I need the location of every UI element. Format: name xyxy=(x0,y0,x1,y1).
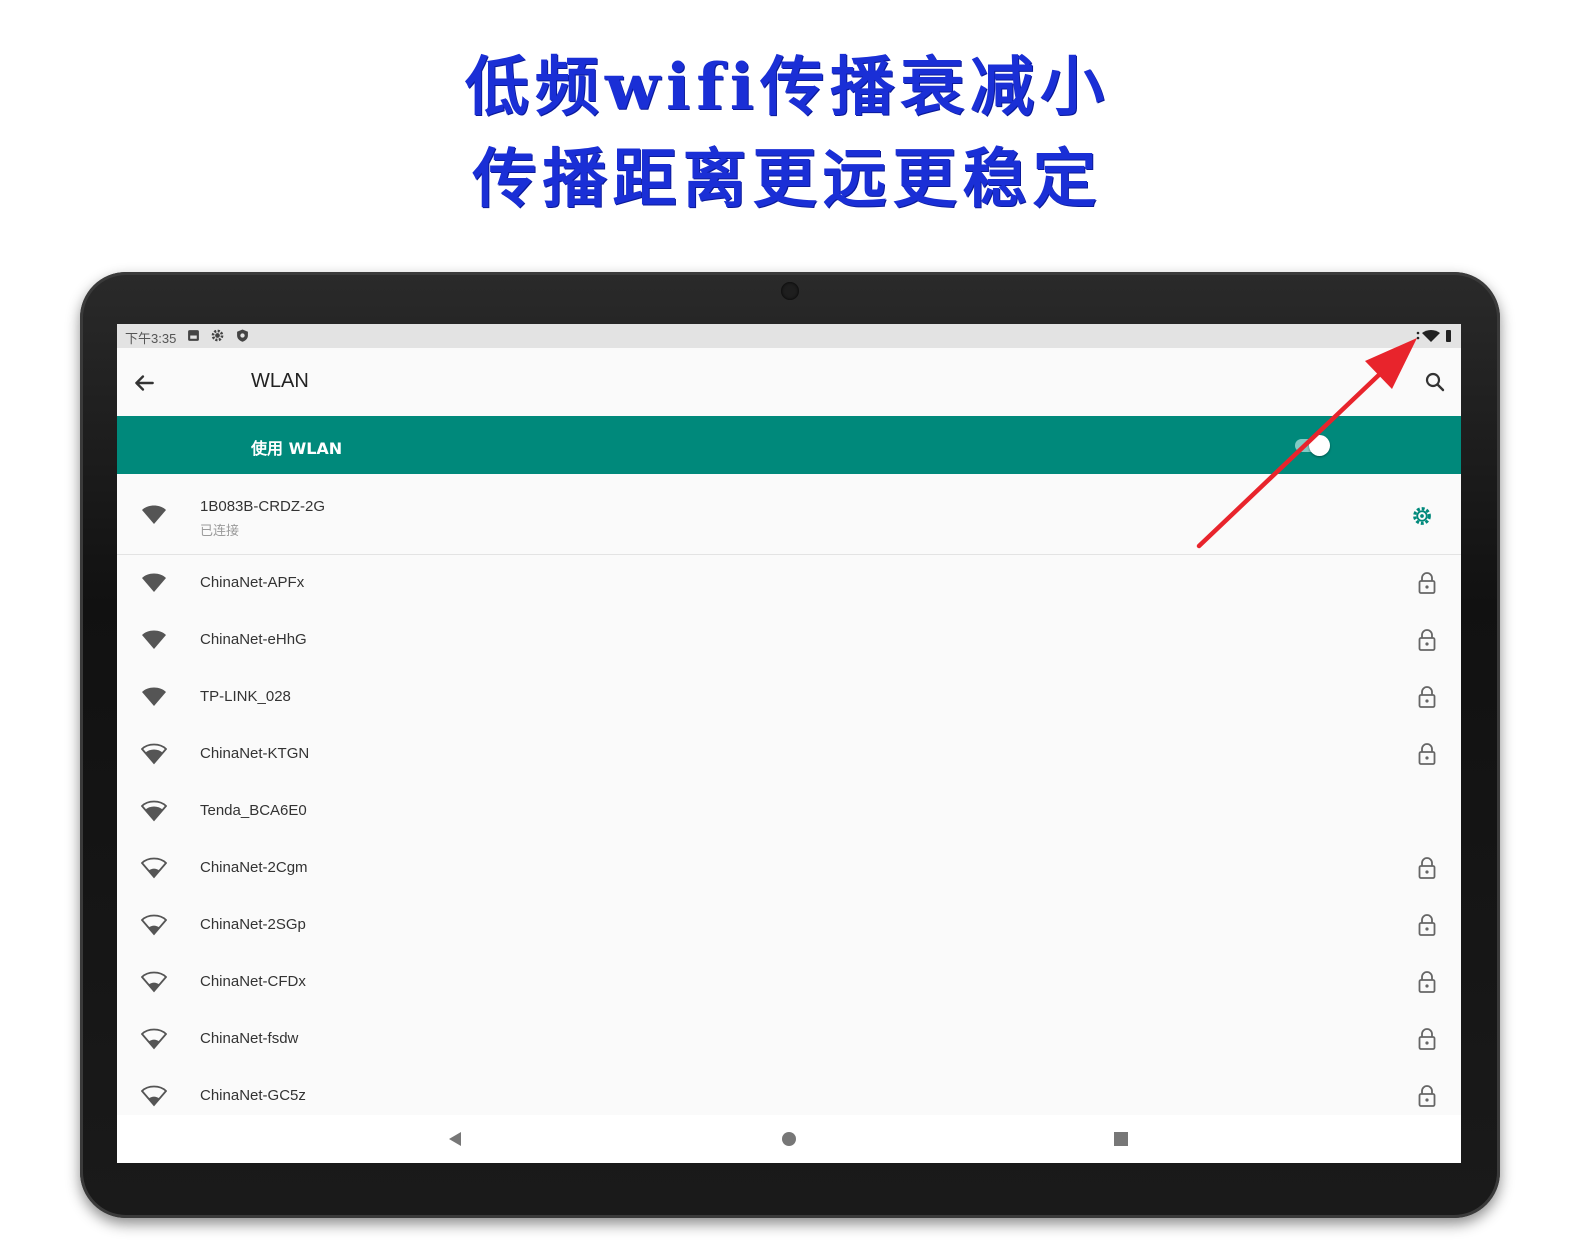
lock-icon xyxy=(1418,572,1436,594)
recents-square-icon[interactable] xyxy=(1109,1127,1133,1151)
wifi-full-icon xyxy=(142,505,166,524)
connected-network-row[interactable]: 1B083B-CRDZ-2G 已连接 xyxy=(117,478,1461,555)
network-ssid: ChinaNet-2Cgm xyxy=(200,859,308,876)
search-icon[interactable] xyxy=(1423,370,1447,394)
lock-icon xyxy=(1418,857,1436,879)
network-ssid: Tenda_BCA6E0 xyxy=(200,802,307,819)
network-ssid: ChinaNet-2SGp xyxy=(200,916,306,933)
use-wlan-label: 使用 WLAN xyxy=(251,439,343,458)
network-ssid: ChinaNet-eHhG xyxy=(200,631,307,648)
network-ssid: ChinaNet-GC5z xyxy=(200,1087,306,1104)
network-ssid: TP-LINK_028 xyxy=(200,688,291,705)
wifi-full-icon xyxy=(142,630,166,649)
network-ssid: ChinaNet-fsdw xyxy=(200,1030,299,1047)
system-nav-bar xyxy=(117,1115,1461,1163)
wifi-icon xyxy=(1416,330,1440,342)
wifi-medium-icon xyxy=(141,743,167,765)
gear-icon xyxy=(211,329,224,342)
lock-icon xyxy=(1418,686,1436,708)
app-bar: WLAN xyxy=(117,348,1461,416)
status-right-icons xyxy=(1416,330,1451,342)
network-row[interactable]: ChinaNet-2SGp xyxy=(117,897,1461,954)
lock-icon xyxy=(1418,971,1436,993)
use-wlan-toggle-row[interactable]: 使用 WLAN xyxy=(117,416,1461,474)
front-camera xyxy=(781,282,799,300)
network-row[interactable]: TP-LINK_028 xyxy=(117,669,1461,726)
network-ssid: ChinaNet-APFx xyxy=(200,574,305,591)
status-time: 下午3:35 xyxy=(125,331,177,346)
network-row[interactable]: ChinaNet-APFx xyxy=(117,555,1461,612)
wifi-low-icon xyxy=(141,1028,167,1050)
network-list: ChinaNet-APFx ChinaNet-eHhG TP-LINK_028 … xyxy=(117,555,1461,1125)
connected-ssid: 1B083B-CRDZ-2G xyxy=(200,498,326,515)
switch-thumb xyxy=(1309,435,1330,456)
wlan-switch[interactable] xyxy=(1291,434,1331,456)
network-row[interactable]: ChinaNet-eHhG xyxy=(117,612,1461,669)
lock-icon xyxy=(1418,743,1436,765)
connected-status: 已连接 xyxy=(200,524,240,539)
promo-headline-1: 低频wifi传播衰减小 xyxy=(464,50,1111,125)
wifi-low-icon xyxy=(141,857,167,879)
page-title: WLAN xyxy=(251,370,309,392)
wifi-medium-icon xyxy=(141,800,167,822)
network-ssid: ChinaNet-CFDx xyxy=(200,973,306,990)
home-circle-icon[interactable] xyxy=(777,1127,801,1151)
lock-icon xyxy=(1418,914,1436,936)
lock-icon xyxy=(1418,1028,1436,1050)
network-row[interactable]: Tenda_BCA6E0 xyxy=(117,783,1461,840)
image-icon xyxy=(188,330,199,341)
network-row[interactable]: ChinaNet-CFDx xyxy=(117,954,1461,1011)
shield-icon xyxy=(237,329,248,342)
battery-icon xyxy=(1446,330,1451,342)
gear-icon[interactable] xyxy=(1411,505,1433,527)
wifi-low-icon xyxy=(141,1085,167,1107)
network-row[interactable]: ChinaNet-2Cgm xyxy=(117,840,1461,897)
lock-icon xyxy=(1418,1085,1436,1107)
promo-headline-2: 传播距离更远更稳定 xyxy=(472,142,1103,217)
wifi-full-icon xyxy=(142,687,166,706)
wifi-low-icon xyxy=(141,971,167,993)
wifi-low-icon xyxy=(141,914,167,936)
status-bar: 下午3:35 xyxy=(117,324,1461,348)
network-ssid: ChinaNet-KTGN xyxy=(200,745,310,762)
network-row[interactable]: ChinaNet-fsdw xyxy=(117,1011,1461,1068)
network-row[interactable]: ChinaNet-KTGN xyxy=(117,726,1461,783)
back-triangle-icon[interactable] xyxy=(443,1127,467,1151)
tablet-screen: 下午3:35 WLAN 使用 WLAN 1B083B-CRDZ-2G 已连接 C… xyxy=(117,324,1461,1163)
lock-icon xyxy=(1418,629,1436,651)
arrow-back-icon[interactable] xyxy=(131,370,157,396)
wifi-full-icon xyxy=(142,573,166,592)
